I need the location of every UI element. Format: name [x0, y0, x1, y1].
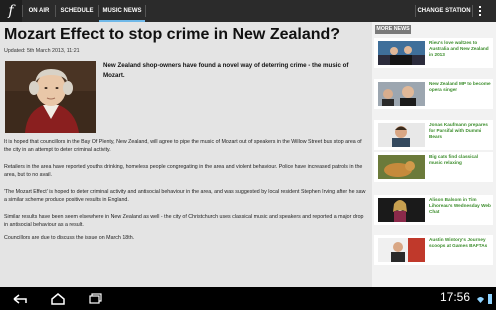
news-title: Jonas Kaufmann prepares for Parsifal wit…: [429, 122, 488, 139]
back-icon[interactable]: [10, 291, 30, 306]
article-lead: New Zealand shop-owners have found a nov…: [103, 62, 349, 79]
article-paragraph: Councillors are due to discuss the issue…: [4, 235, 135, 241]
news-title: Rieu's love waltzes to Australia and New…: [429, 40, 489, 57]
news-thumbnail: [378, 82, 425, 106]
article-headline: Mozart Effect to stop crime in New Zeala…: [4, 26, 341, 43]
news-item[interactable]: Rieu's love waltzes to Australia and New…: [374, 38, 493, 68]
news-item[interactable]: Jonas Kaufmann prepares for Parsifal wit…: [374, 120, 493, 150]
more-news-sidebar: MORE NEWS Rieu's love waltzes to Austral…: [372, 22, 496, 287]
news-thumbnail: [378, 198, 425, 222]
news-item[interactable]: New Zealand MP to become opera singer: [374, 79, 493, 109]
article-paragraph: It is hoped that councillors in the Bay …: [4, 139, 362, 153]
top-action-bar: f ON AIR SCHEDULE MUSIC NEWS CHANGE STAT…: [0, 0, 496, 22]
app-logo[interactable]: f: [0, 0, 22, 22]
news-item[interactable]: Alison Balsom in Tim Lihoreau's Wednesda…: [374, 195, 493, 225]
status-clock: 17:56: [440, 290, 471, 304]
news-title: Big cats find classical music relaxing: [429, 154, 478, 165]
divider: [145, 5, 146, 17]
home-icon[interactable]: [48, 291, 68, 306]
tab-on-air[interactable]: ON AIR: [23, 0, 55, 22]
news-title: New Zealand MP to become opera singer: [429, 81, 491, 92]
article-paragraph: 'The Mozart Effect' is hoped to deter cr…: [4, 189, 366, 203]
news-thumbnail: [378, 123, 425, 147]
change-station-button[interactable]: CHANGE STATION: [416, 0, 472, 22]
mozart-portrait-image: [5, 61, 96, 133]
news-title: Austin Wintory's Journey scoops at Games…: [429, 237, 488, 248]
news-thumbnail: [378, 41, 425, 65]
article-updated: Updated: 5th March 2013, 11:21: [4, 48, 80, 54]
overflow-menu-icon[interactable]: [478, 6, 482, 17]
wifi-icon: [476, 291, 485, 306]
news-title: Alison Balsom in Tim Lihoreau's Wednesda…: [429, 197, 491, 214]
more-news-heading: MORE NEWS: [375, 25, 411, 34]
tab-music-news[interactable]: MUSIC NEWS: [99, 0, 145, 22]
system-navigation-bar: 17:56: [0, 287, 496, 310]
battery-icon: [487, 291, 493, 306]
news-item[interactable]: Austin Wintory's Journey scoops at Games…: [374, 235, 493, 265]
news-item[interactable]: Big cats find classical music relaxing: [374, 152, 493, 182]
recent-apps-icon[interactable]: [86, 291, 106, 306]
article-paragraph: Retailers in the area have reported yout…: [4, 164, 363, 178]
news-thumbnail: [378, 155, 425, 179]
article-panel[interactable]: Mozart Effect to stop crime in New Zeala…: [0, 22, 372, 287]
divider: [472, 5, 473, 17]
news-thumbnail: [378, 238, 425, 262]
article-paragraph: Similar results have been seem elsewhere…: [4, 214, 364, 228]
tab-schedule[interactable]: SCHEDULE: [56, 0, 98, 22]
